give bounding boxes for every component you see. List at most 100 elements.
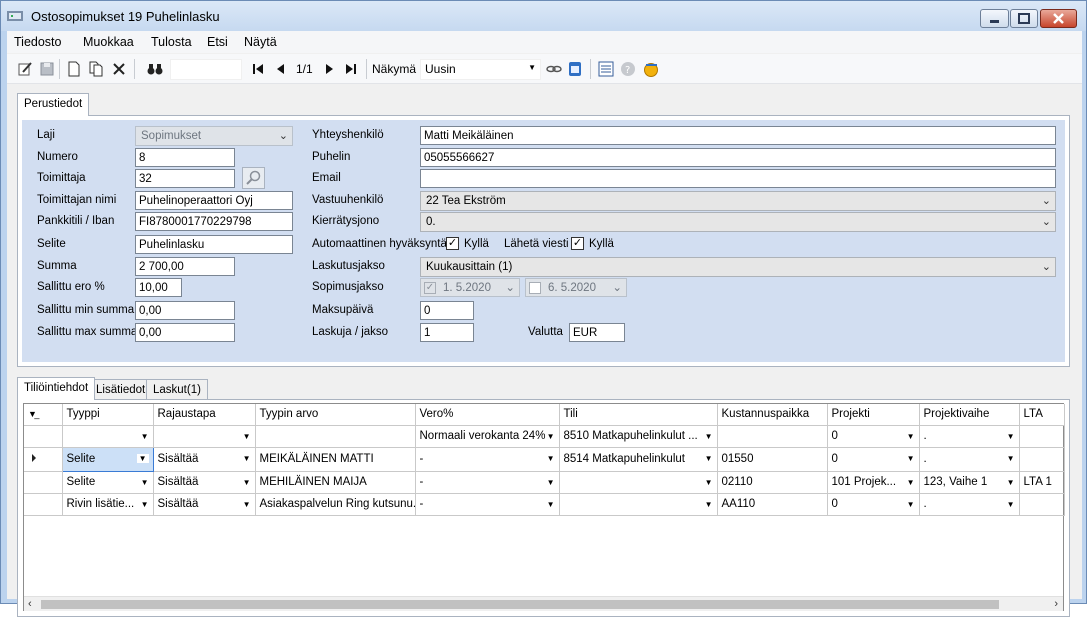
puhelin-field[interactable]: 05055566627	[420, 148, 1056, 167]
toimittaja-field[interactable]: 32	[135, 169, 235, 188]
cell-tili[interactable]: ▼	[559, 471, 718, 494]
cell-projekti[interactable]: 0 ▼	[827, 447, 920, 472]
sopimusjakso-start[interactable]: ✓ 1. 5.2020 ⌄	[420, 278, 520, 297]
cell-vero[interactable]: - ▼	[415, 493, 560, 516]
menu-muokkaa[interactable]: Muokkaa	[83, 35, 134, 49]
help-icon[interactable]: ?	[620, 61, 636, 77]
cell-kustannuspaikka[interactable]: 01550	[717, 447, 828, 472]
column-header[interactable]: Rajaustapa	[153, 404, 256, 426]
cell-tyypin-arvo[interactable]: MEIKÄLÄINEN MATTI	[255, 447, 416, 472]
cell-lta[interactable]: LTA 1	[1019, 471, 1065, 494]
row-header[interactable]	[24, 447, 63, 472]
column-header[interactable]: LTA	[1019, 404, 1065, 426]
numero-field[interactable]: 8	[135, 148, 235, 167]
column-header[interactable]: Tili	[559, 404, 718, 426]
next-record-icon[interactable]	[321, 61, 337, 77]
menu-tiedosto[interactable]: Tiedosto	[14, 35, 61, 49]
tab-lisatiedot[interactable]: Lisätiedot	[89, 379, 153, 400]
cell-tili[interactable]: 8514 Matkapuhelinkulut ▼	[559, 447, 718, 472]
laskuja-jakso-field[interactable]: 1	[420, 323, 474, 342]
cell-tili[interactable]: ▼	[559, 493, 718, 516]
tab-perustiedot[interactable]: Perustiedot	[17, 93, 90, 116]
edit-icon[interactable]	[17, 61, 33, 77]
memo-icon[interactable]	[567, 61, 583, 77]
selite-field[interactable]: Puhelinlasku	[135, 235, 293, 254]
column-filter-header[interactable]: ▼̲	[24, 404, 63, 426]
email-field[interactable]	[420, 169, 1056, 188]
cell-vero[interactable]: - ▼	[415, 447, 560, 472]
menu-nayta[interactable]: Näytä	[244, 35, 277, 49]
cell-vero[interactable]: Normaali verokanta 24% ▼	[415, 425, 560, 448]
sallittu-ero-field[interactable]: 10,00	[135, 278, 182, 297]
cell-rajaustapa[interactable]: Sisältää ▼	[153, 493, 256, 516]
sopimusjakso-end[interactable]: 6. 5.2020 ⌄	[525, 278, 627, 297]
scroll-thumb[interactable]	[41, 600, 999, 609]
menu-etsi[interactable]: Etsi	[207, 35, 228, 49]
sallittu-max-field[interactable]: 0,00	[135, 323, 235, 342]
yhteyshenkilo-field[interactable]: Matti Meikäläinen	[420, 126, 1056, 145]
toimittajan-nimi-field[interactable]: Puhelinoperaattori Oyj	[135, 191, 293, 210]
previous-record-icon[interactable]	[273, 61, 289, 77]
maximize-button[interactable]	[1010, 9, 1038, 28]
first-record-icon[interactable]	[250, 61, 266, 77]
cell-tyypin-arvo[interactable]	[255, 425, 416, 448]
cell-kustannuspaikka[interactable]	[717, 425, 828, 448]
column-header[interactable]: Projektivaihe	[919, 404, 1020, 426]
scroll-right-icon[interactable]: ›	[1054, 598, 1058, 610]
cell-tyyppi[interactable]: ▼	[62, 425, 154, 448]
valutta-field[interactable]: EUR	[569, 323, 625, 342]
column-header[interactable]: Vero%	[415, 404, 560, 426]
scroll-left-icon[interactable]: ‹	[28, 598, 32, 610]
cell-projekti[interactable]: 0 ▼	[827, 493, 920, 516]
pankkitili-field[interactable]: FI8780001770229798	[135, 212, 293, 231]
delete-icon[interactable]	[111, 61, 127, 77]
cell-kustannuspaikka[interactable]: 02110	[717, 471, 828, 494]
cell-kustannuspaikka[interactable]: AA110	[717, 493, 828, 516]
vastuuhenkilo-select[interactable]: 22 Tea Ekström ⌄	[420, 191, 1056, 211]
cell-lta[interactable]	[1019, 425, 1065, 448]
row-header[interactable]	[24, 425, 63, 448]
column-header[interactable]: Projekti	[827, 404, 920, 426]
laskutusjakso-select[interactable]: Kuukausittain (1) ⌄	[420, 257, 1056, 277]
row-header[interactable]	[24, 493, 63, 516]
cell-projektivaihe[interactable]: . ▼	[919, 447, 1020, 472]
supplier-search-button[interactable]	[242, 167, 265, 189]
exit-icon[interactable]	[643, 61, 659, 77]
save-icon[interactable]	[39, 61, 55, 77]
cell-tyypin-arvo[interactable]: MEHILÄINEN MAIJA	[255, 471, 416, 494]
cell-tyyppi[interactable]: Selite ▼	[62, 471, 154, 494]
cell-vero[interactable]: - ▼	[415, 471, 560, 494]
search-input[interactable]	[170, 59, 242, 80]
tab-tiliointiehdot[interactable]: Tiliöintiehdot	[17, 377, 96, 400]
cell-tyyppi[interactable]: Selite ▼	[61, 446, 154, 472]
cell-tyyppi[interactable]: Rivin lisätie... ▼	[62, 493, 154, 516]
column-header[interactable]: Tyyppi	[62, 404, 154, 426]
cell-projekti[interactable]: 101 Projek... ▼	[827, 471, 920, 494]
link-icon[interactable]	[546, 61, 562, 77]
cell-rajaustapa[interactable]: ▼	[153, 425, 256, 448]
row-header[interactable]	[24, 471, 63, 494]
tab-laskut[interactable]: Laskut(1)	[146, 379, 208, 400]
minimize-button[interactable]	[980, 9, 1009, 28]
kierratysjono-select[interactable]: 0. ⌄	[420, 212, 1056, 232]
cell-projektivaihe[interactable]: . ▼	[919, 425, 1020, 448]
list-view-icon[interactable]	[598, 61, 614, 77]
last-record-icon[interactable]	[343, 61, 359, 77]
cell-tyypin-arvo[interactable]: Asiakaspalvelun Ring kutsunu...	[255, 493, 416, 516]
view-select[interactable]: Uusin ▼	[420, 59, 541, 80]
maksupaiva-field[interactable]: 0	[420, 301, 474, 320]
summa-field[interactable]: 2 700,00	[135, 257, 235, 276]
column-header[interactable]: Kustannuspaikka	[717, 404, 828, 426]
copy-icon[interactable]	[88, 61, 104, 77]
cell-projektivaihe[interactable]: 123, Vaihe 1 ▼	[919, 471, 1020, 494]
auto-hyvaksynta-checkbox[interactable]: ✓	[446, 237, 459, 250]
cell-rajaustapa[interactable]: Sisältää ▼	[153, 471, 256, 494]
sallittu-min-field[interactable]: 0,00	[135, 301, 235, 320]
column-header[interactable]: Tyypin arvo	[255, 404, 416, 426]
menu-tulosta[interactable]: Tulosta	[151, 35, 192, 49]
cell-lta[interactable]	[1019, 447, 1065, 472]
cell-projekti[interactable]: 0 ▼	[827, 425, 920, 448]
cell-tili[interactable]: 8510 Matkapuhelinkulut ... ▼	[559, 425, 718, 448]
close-button[interactable]	[1040, 9, 1077, 28]
cell-projektivaihe[interactable]: . ▼	[919, 493, 1020, 516]
